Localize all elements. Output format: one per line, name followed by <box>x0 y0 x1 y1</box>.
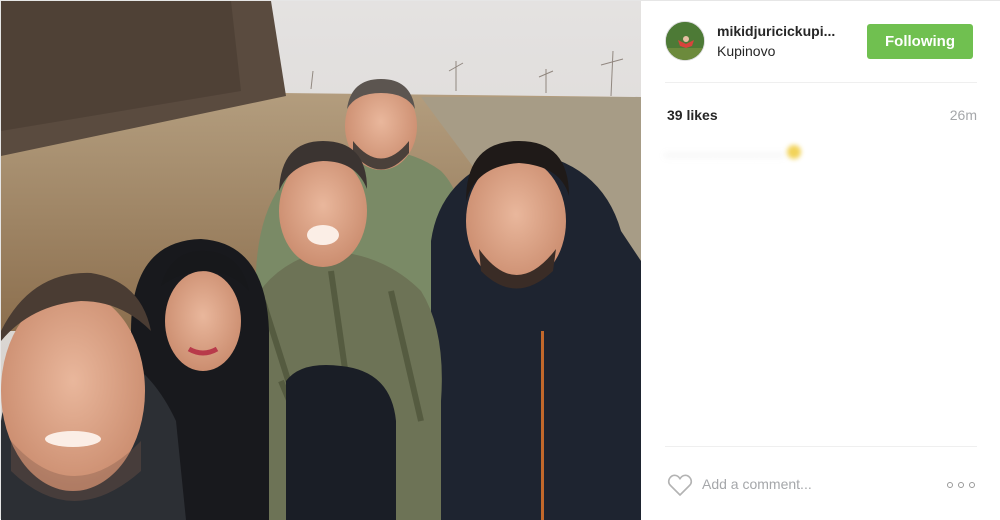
likes-count[interactable]: 39 likes <box>667 107 718 123</box>
comment-input[interactable] <box>702 473 922 495</box>
following-button[interactable]: Following <box>867 24 973 59</box>
blurred-caption-text: .......................... <box>665 144 785 159</box>
post-side-panel: mikidjuricickupi... Kupinovo Following 3… <box>641 1 1000 520</box>
avatar[interactable] <box>665 21 705 61</box>
post-caption-blurred: .......................... <box>665 143 905 167</box>
blurred-emoji <box>786 144 801 159</box>
post-timestamp[interactable]: 26m <box>950 107 977 123</box>
post-photo <box>1 1 641 520</box>
more-options-icon[interactable] <box>947 475 977 493</box>
post-meta: 39 likes 26m <box>665 105 977 125</box>
location-link[interactable]: Kupinovo <box>717 43 775 59</box>
username-link[interactable]: mikidjuricickupi... <box>717 23 847 39</box>
comment-bar <box>665 446 977 520</box>
heart-icon[interactable] <box>667 473 693 497</box>
post-header: mikidjuricickupi... Kupinovo Following <box>665 1 977 83</box>
post-dialog: mikidjuricickupi... Kupinovo Following 3… <box>0 0 1000 520</box>
